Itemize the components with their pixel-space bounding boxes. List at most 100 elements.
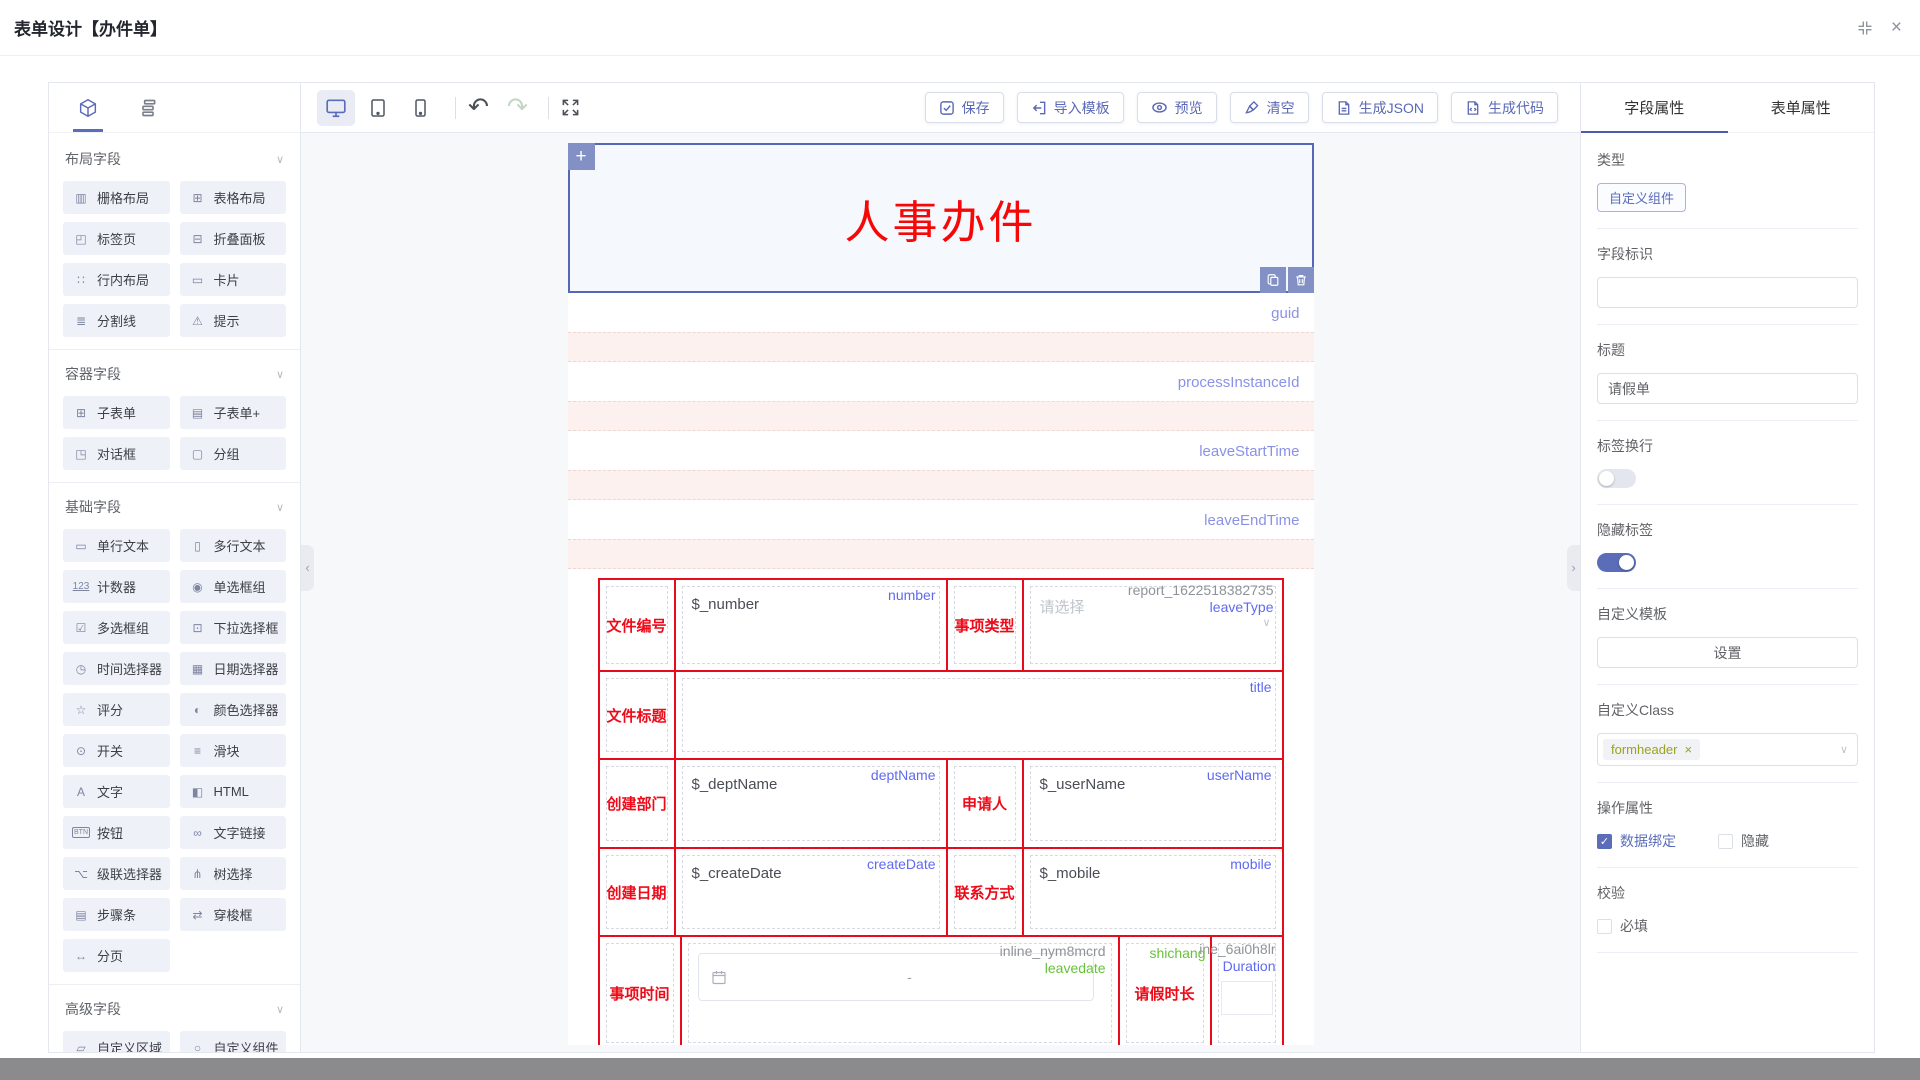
checkbox-icon[interactable] (1718, 834, 1733, 849)
palette-item[interactable]: ∞文字链接 (180, 816, 287, 849)
form-header-component[interactable]: + 人事办件 (568, 143, 1314, 293)
field-cell-title[interactable]: title (676, 672, 1282, 758)
close-icon[interactable]: × (1891, 18, 1902, 37)
generate-json-button[interactable]: 生成JSON (1322, 92, 1438, 123)
collapse-right-panel-handle[interactable]: › (1567, 545, 1580, 591)
field-cell-mobile[interactable]: $_mobile mobile (1024, 849, 1282, 935)
hidden-field-placeholder[interactable] (568, 470, 1314, 500)
palette-item[interactable]: ⊞表格布局 (180, 181, 287, 214)
redo-icon[interactable]: ↷ (507, 95, 528, 120)
copy-component-button[interactable] (1260, 267, 1286, 293)
desktop-view-button[interactable] (317, 90, 355, 126)
palette-item[interactable]: BTN按钮 (63, 816, 170, 849)
palette-item[interactable]: ⋔树选择 (180, 857, 287, 890)
save-button[interactable]: 保存 (925, 92, 1004, 123)
field-cell-deptname[interactable]: $_deptName deptName (676, 760, 948, 847)
hidden-field-row[interactable]: leaveStartTime (568, 433, 1314, 470)
palette-item[interactable]: ◧HTML (180, 775, 287, 808)
checkbox-checked-icon[interactable]: ✓ (1597, 834, 1612, 849)
field-cell-createdate[interactable]: $_createDate createDate (676, 849, 948, 935)
checkbox-icon[interactable] (1597, 919, 1612, 934)
palette-item[interactable]: ⊞子表单 (63, 396, 170, 429)
palette-item[interactable]: ☆评分 (63, 693, 170, 726)
palette-item[interactable]: ⌥级联选择器 (63, 857, 170, 890)
group-header[interactable]: 容器字段 ∨ (63, 360, 286, 396)
label-wrap-toggle[interactable] (1597, 469, 1636, 488)
field-cell-username[interactable]: $_userName userName (1024, 760, 1282, 847)
hidden-field-placeholder[interactable] (568, 401, 1314, 431)
palette-item[interactable]: ○自定义组件 (180, 1031, 287, 1052)
settings-button[interactable]: 设置 (1597, 637, 1858, 668)
label-cell[interactable]: 文件编号 (600, 580, 676, 670)
field-cell-duration[interactable]: ine_6ai0h8lr Duration (1212, 937, 1282, 1045)
hidden-field-row[interactable]: leaveEndTime (568, 502, 1314, 539)
tab-field-properties[interactable]: 字段属性 (1581, 83, 1728, 132)
required-checkbox-row[interactable]: 必填 (1597, 916, 1858, 936)
palette-item[interactable]: ⊙开关 (63, 734, 170, 767)
tab-form-properties[interactable]: 表单属性 (1728, 83, 1875, 132)
tab-components[interactable] (71, 83, 105, 132)
mobile-view-button[interactable] (401, 90, 439, 126)
palette-item[interactable]: ◐颜色选择器 (180, 693, 287, 726)
field-id-input[interactable] (1597, 277, 1858, 308)
undo-icon[interactable]: ↶ (468, 95, 489, 120)
tab-outline[interactable] (131, 83, 165, 132)
palette-item[interactable]: ◰标签页 (63, 222, 170, 255)
palette-item[interactable]: ◳对话框 (63, 437, 170, 470)
label-cell[interactable]: 文件标题 (600, 672, 676, 758)
preview-button[interactable]: 预览 (1137, 92, 1217, 123)
palette-item[interactable]: ◉单选框组 (180, 570, 287, 603)
palette-item[interactable]: ⊡下拉选择框 (180, 611, 287, 644)
palette-item[interactable]: ⚠提示 (180, 304, 287, 337)
label-cell[interactable]: 联系方式 (948, 849, 1024, 935)
hidden-field-row[interactable]: guid (568, 295, 1314, 332)
clear-button[interactable]: 清空 (1230, 92, 1309, 123)
hide-label-toggle[interactable] (1597, 553, 1636, 572)
hidden-field-row[interactable]: processInstanceId (568, 364, 1314, 401)
drag-handle-icon[interactable]: + (568, 143, 595, 170)
label-cell[interactable]: shichang 请假时长 (1120, 937, 1212, 1045)
palette-item[interactable]: ⊟折叠面板 (180, 222, 287, 255)
field-cell-number[interactable]: $_number number (676, 580, 948, 670)
palette-item[interactable]: ▤子表单+ (180, 396, 287, 429)
palette-item[interactable]: 123计数器 (63, 570, 170, 603)
group-header[interactable]: 基础字段 ∨ (63, 493, 286, 529)
hidden-field-placeholder[interactable] (568, 332, 1314, 362)
fullscreen-icon[interactable] (561, 98, 580, 117)
palette-item[interactable]: ▭卡片 (180, 263, 287, 296)
data-binding-checkbox-row[interactable]: ✓ 数据绑定 (1597, 831, 1676, 851)
palette-item[interactable]: ☑多选框组 (63, 611, 170, 644)
palette-item[interactable]: ▭单行文本 (63, 529, 170, 562)
palette-item[interactable]: ▯多行文本 (180, 529, 287, 562)
label-cell[interactable]: 事项时间 (600, 937, 682, 1045)
palette-item[interactable]: ∷行内布局 (63, 263, 170, 296)
tablet-view-button[interactable] (359, 90, 397, 126)
hidden-field-placeholder[interactable] (568, 539, 1314, 569)
group-header[interactable]: 高级字段 ∨ (63, 995, 286, 1031)
palette-item[interactable]: A文字 (63, 775, 170, 808)
label-cell[interactable]: 创建部门 (600, 760, 676, 847)
label-cell[interactable]: 申请人 (948, 760, 1024, 847)
palette-item[interactable]: ↔分页 (63, 939, 170, 972)
import-template-button[interactable]: 导入模板 (1017, 92, 1124, 123)
field-cell-leavedate[interactable]: - inline_nym8mcrd leavedate (682, 937, 1120, 1045)
delete-component-button[interactable] (1288, 267, 1314, 293)
field-cell-leavetype[interactable]: 请选择 report_1622518382735 leaveType ∨ (1024, 580, 1282, 670)
generate-code-button[interactable]: 生成代码 (1451, 92, 1558, 123)
collapse-left-panel-handle[interactable]: ‹ (301, 545, 314, 591)
palette-item[interactable]: ▥栅格布局 (63, 181, 170, 214)
label-cell[interactable]: 事项类型 (948, 580, 1024, 670)
label-cell[interactable]: 创建日期 (600, 849, 676, 935)
palette-item[interactable]: ≣分割线 (63, 304, 170, 337)
group-header[interactable]: 布局字段 ∨ (63, 145, 286, 181)
duration-input[interactable] (1221, 981, 1273, 1015)
custom-class-select[interactable]: formheader × ∨ (1597, 733, 1858, 766)
palette-item[interactable]: ▱自定义区域 (63, 1031, 170, 1052)
palette-item[interactable]: ▦日期选择器 (180, 652, 287, 685)
hidden-checkbox-row[interactable]: 隐藏 (1718, 831, 1769, 851)
palette-item[interactable]: ▤步骤条 (63, 898, 170, 931)
palette-item[interactable]: ≡滑块 (180, 734, 287, 767)
compress-icon[interactable] (1857, 20, 1873, 36)
remove-tag-icon[interactable]: × (1684, 742, 1692, 757)
title-input[interactable]: 请假单 (1597, 373, 1858, 404)
